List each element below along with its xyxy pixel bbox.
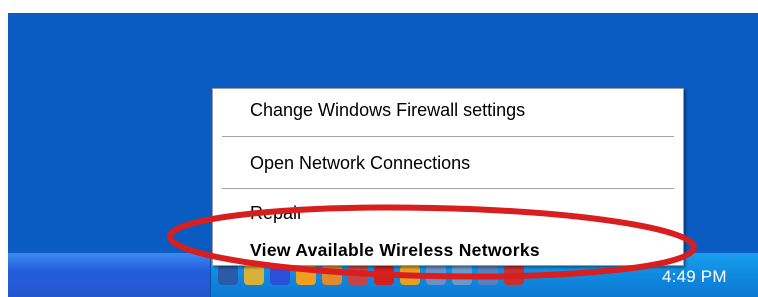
screenshot-canvas: 4:49 PM Change Windows Firewall settings…	[0, 0, 758, 297]
highlight-oval	[167, 204, 697, 280]
menu-separator	[222, 188, 674, 189]
menu-item-open-network-connections[interactable]: Open Network Connections	[250, 153, 470, 174]
menu-separator	[222, 136, 674, 137]
menu-item-change-firewall-settings[interactable]: Change Windows Firewall settings	[250, 100, 525, 121]
